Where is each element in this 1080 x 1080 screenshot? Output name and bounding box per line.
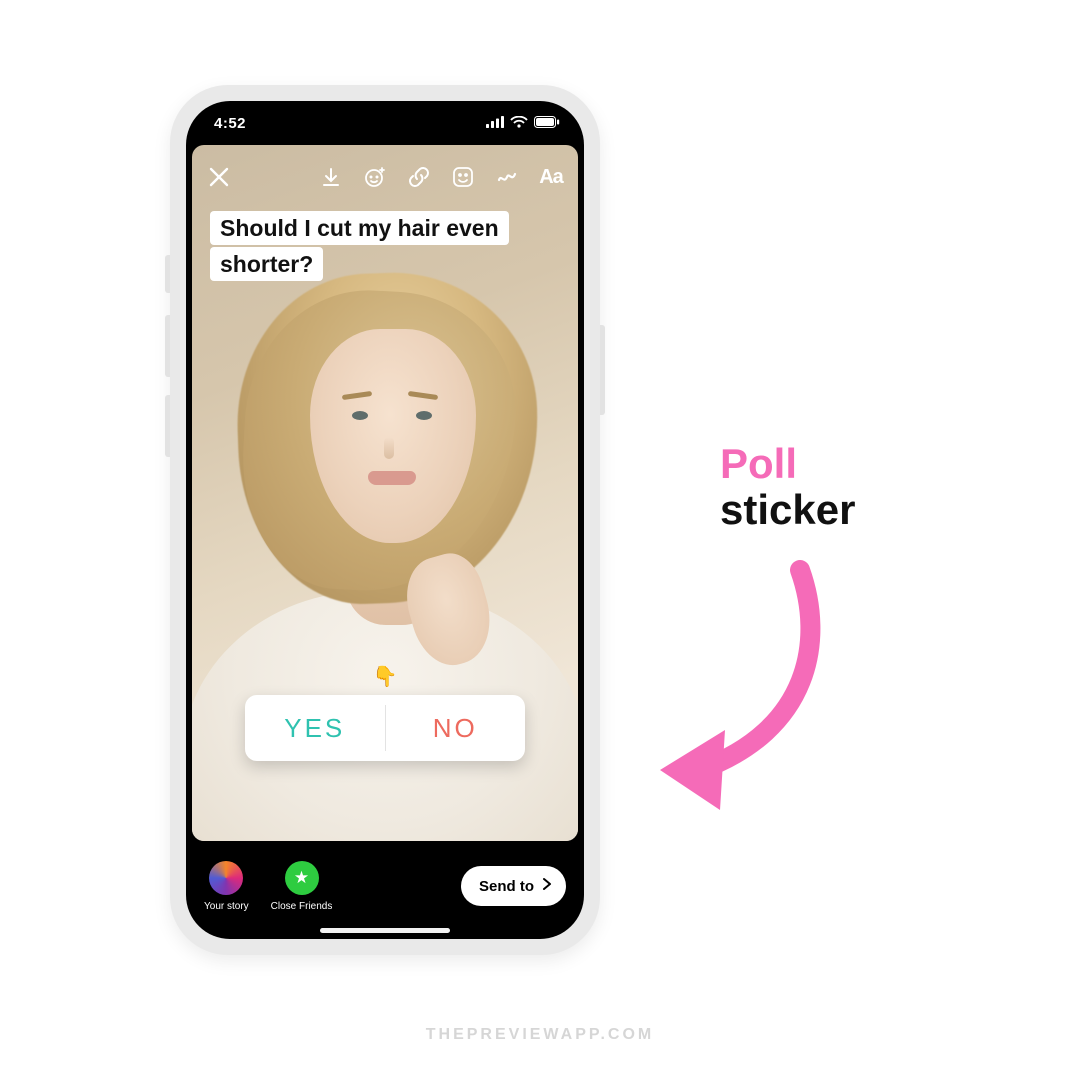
phone-frame: 4:52: [170, 85, 600, 955]
status-icons: [486, 115, 560, 132]
phone-side-button: [600, 325, 605, 415]
phone-side-button: [165, 255, 170, 293]
close-friends-label: Close Friends: [271, 901, 333, 912]
phone-side-button: [165, 395, 170, 457]
sticker-icon[interactable]: [450, 164, 476, 190]
send-to-button[interactable]: Send to: [461, 866, 566, 906]
close-icon[interactable]: [206, 164, 232, 190]
your-story-button[interactable]: Your story: [204, 861, 249, 912]
home-indicator: [320, 928, 450, 933]
sparkle-face-icon[interactable]: [362, 164, 388, 190]
send-to-label: Send to: [479, 878, 534, 895]
gradient-ring-icon: [209, 861, 243, 895]
your-story-label: Your story: [204, 901, 249, 912]
signal-icon: [486, 115, 504, 132]
callout: Poll sticker: [720, 440, 855, 534]
text-icon-label: Aa: [539, 166, 563, 189]
download-icon[interactable]: [318, 164, 344, 190]
callout-line1: Poll: [720, 440, 855, 488]
text-icon[interactable]: Aa: [538, 164, 564, 190]
watermark: THEPREVIEWAPP.COM: [426, 1026, 655, 1044]
story-text-sticker[interactable]: Should I cut my hair even shorter?: [210, 211, 510, 282]
star-icon: ★: [285, 861, 319, 895]
story-canvas[interactable]: Aa Should I cut my hair even shorter? 👇 …: [192, 145, 578, 841]
emoji-hand-pointing-down: 👇: [373, 664, 398, 689]
link-icon[interactable]: [406, 164, 432, 190]
arrow-icon: [640, 560, 860, 820]
story-editor-toolbar: Aa: [192, 153, 578, 201]
story-text-content: Should I cut my hair even shorter?: [210, 211, 509, 281]
battery-icon: [534, 115, 560, 132]
callout-line2: sticker: [720, 486, 855, 534]
phone-side-button: [165, 315, 170, 377]
phone-screen: 4:52: [186, 101, 584, 939]
close-friends-button[interactable]: ★ Close Friends: [271, 861, 333, 912]
poll-option-no[interactable]: NO: [386, 695, 526, 761]
poll-option-yes[interactable]: YES: [245, 695, 385, 761]
phone-notch: [295, 101, 475, 131]
chevron-right-icon: [540, 877, 554, 895]
story-share-bar: Your story ★ Close Friends Send to: [186, 847, 584, 925]
wifi-icon: [510, 115, 528, 132]
status-time: 4:52: [214, 115, 246, 132]
poll-sticker[interactable]: YES NO: [245, 695, 525, 761]
squiggle-icon[interactable]: [494, 164, 520, 190]
